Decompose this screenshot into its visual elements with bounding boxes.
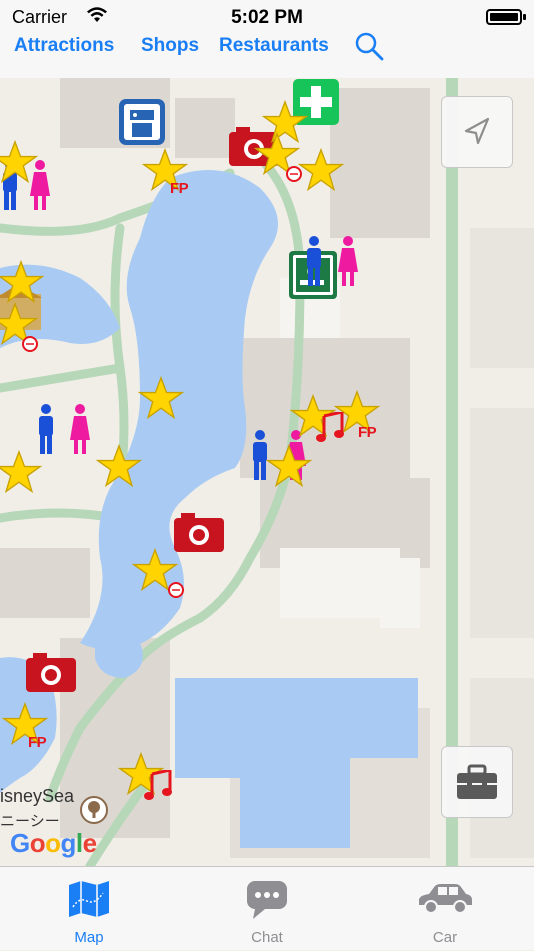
fastpass-badge: FP bbox=[28, 734, 47, 751]
restaurant-badge-icon bbox=[286, 166, 302, 182]
locker-icon[interactable] bbox=[118, 98, 166, 146]
category-nav: Attractions Shops Restaurants bbox=[0, 32, 534, 78]
fastpass-badge: FP bbox=[358, 424, 377, 441]
music-show-icon[interactable] bbox=[144, 770, 172, 802]
attraction-star-icon[interactable] bbox=[96, 444, 142, 490]
music-show-icon[interactable] bbox=[316, 412, 344, 444]
tab-map[interactable]: Map bbox=[29, 867, 149, 951]
restroom-male-icon[interactable] bbox=[36, 404, 56, 456]
tab-chat[interactable]: Chat bbox=[207, 867, 327, 951]
toolbox-icon bbox=[457, 764, 497, 799]
clock: 5:02 PM bbox=[231, 7, 303, 28]
restroom-female-icon[interactable] bbox=[68, 404, 92, 456]
tab-map-label: Map bbox=[74, 929, 104, 946]
tab-car[interactable]: Car bbox=[385, 867, 505, 951]
tab-bar: Map Chat Car bbox=[0, 866, 534, 950]
nav-shops-link[interactable]: Shops bbox=[141, 35, 199, 57]
chat-icon bbox=[247, 881, 287, 919]
attraction-star-icon[interactable] bbox=[0, 450, 42, 496]
attraction-star-icon[interactable] bbox=[266, 444, 312, 490]
map-view[interactable]: isneySea ニーシー Google FP FP FP bbox=[0, 78, 534, 866]
nav-attractions-link[interactable]: Attractions bbox=[14, 35, 114, 57]
map-icon bbox=[69, 881, 109, 917]
toolbox-button[interactable] bbox=[441, 746, 513, 818]
car-icon bbox=[419, 884, 472, 914]
photo-spot-icon[interactable] bbox=[24, 652, 78, 694]
tab-car-label: Car bbox=[432, 929, 458, 946]
battery-icon bbox=[486, 9, 526, 25]
attraction-star-icon[interactable] bbox=[138, 376, 184, 422]
attraction-star-icon[interactable] bbox=[0, 140, 38, 186]
attraction-star-icon[interactable] bbox=[298, 148, 344, 194]
photo-spot-icon[interactable] bbox=[172, 512, 226, 554]
restaurant-badge-icon bbox=[22, 336, 38, 352]
restaurant-badge-icon bbox=[168, 582, 184, 598]
search-icon[interactable] bbox=[353, 30, 387, 64]
tab-chat-label: Chat bbox=[251, 929, 283, 946]
restroom-female-icon[interactable] bbox=[336, 236, 360, 288]
locate-me-button[interactable] bbox=[441, 96, 513, 168]
map-tree-icon bbox=[80, 796, 108, 824]
fastpass-badge: FP bbox=[170, 180, 189, 197]
status-bar: Carrier 5:02 PM bbox=[0, 0, 534, 32]
attraction-star-icon[interactable] bbox=[0, 260, 44, 306]
nav-restaurants-link[interactable]: Restaurants bbox=[219, 35, 329, 57]
restroom-male-icon[interactable] bbox=[304, 236, 324, 288]
map-place-label: isneySea bbox=[0, 786, 75, 806]
google-logo: Google bbox=[10, 828, 97, 858]
location-arrow-icon bbox=[464, 117, 490, 145]
